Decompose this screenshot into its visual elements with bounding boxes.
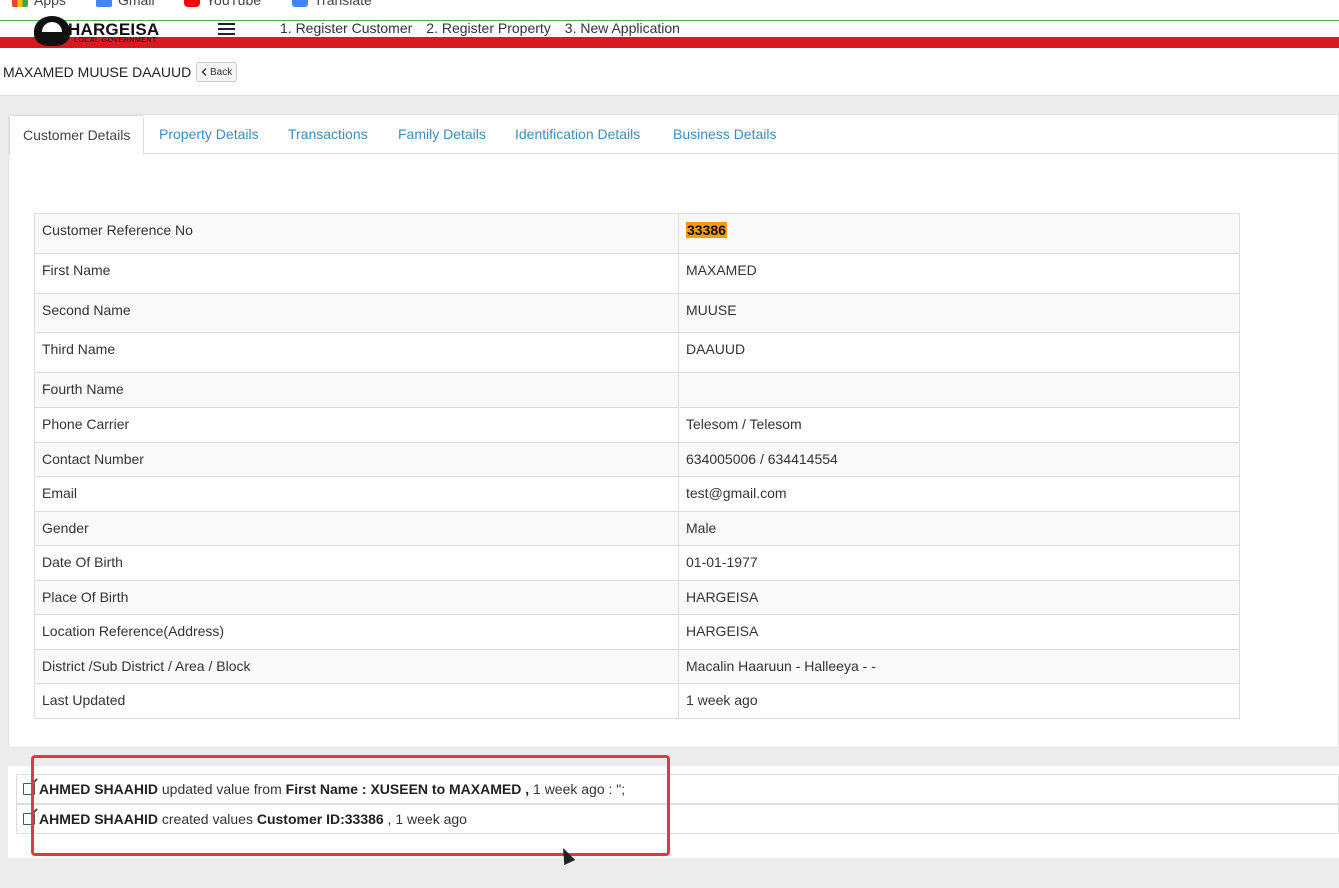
log-entry: AHMED SHAAHID updated value from First N… xyxy=(16,774,1339,804)
detail-value: MAXAMED xyxy=(678,253,1240,294)
detail-label: Email xyxy=(34,476,679,512)
nav-new-application[interactable]: 3. New Application xyxy=(565,20,680,36)
table-row: Place Of Birth HARGEISA xyxy=(34,580,1240,615)
table-row: Second Name MUUSE xyxy=(34,293,1240,333)
tab-bar: Customer Details Property Details Transa… xyxy=(9,115,1339,155)
log-time: 1 week ago : "; xyxy=(529,781,626,797)
tab-identification-details[interactable]: Identification Details xyxy=(502,115,653,154)
bookmarks-bar: Apps Gmail YouTube Translate xyxy=(0,0,1339,20)
detail-value: MUUSE xyxy=(678,293,1240,333)
detail-value: test@gmail.com xyxy=(678,476,1240,512)
detail-label: Contact Number xyxy=(34,442,679,477)
log-subject: First Name : XUSEEN to MAXAMED , xyxy=(285,781,530,797)
detail-label: Place Of Birth xyxy=(34,580,679,615)
detail-label: Fourth Name xyxy=(34,372,679,408)
log-entry: AHMED SHAAHID created values Customer ID… xyxy=(16,804,1339,834)
tab-transactions[interactable]: Transactions xyxy=(275,115,381,154)
detail-label: First Name xyxy=(34,253,679,294)
tab-customer-details[interactable]: Customer Details xyxy=(9,115,145,155)
detail-value: Telesom / Telesom xyxy=(678,407,1240,443)
log-action: created values xyxy=(158,811,257,827)
log-subject: Customer ID:33386 xyxy=(256,811,384,827)
nav-register-customer[interactable]: 1. Register Customer xyxy=(280,20,412,36)
tab-property-details[interactable]: Property Details xyxy=(146,115,272,154)
detail-value: 634005006 / 634414554 xyxy=(678,442,1240,477)
table-row: Date Of Birth 01-01-1977 xyxy=(34,545,1240,581)
table-row: Customer Reference No 33386 xyxy=(34,213,1240,254)
detail-label: Location Reference(Address) xyxy=(34,614,679,650)
translate-icon xyxy=(292,0,308,7)
detail-value: 01-01-1977 xyxy=(678,545,1240,581)
tab-business-details[interactable]: Business Details xyxy=(660,115,790,154)
table-row: District /Sub District / Area / Block Mac… xyxy=(34,649,1240,684)
detail-value: Macalin Haaruun - Halleeya - - xyxy=(678,649,1240,684)
detail-label: Third Name xyxy=(34,332,679,373)
table-row: Fourth Name xyxy=(34,372,1240,408)
youtube-icon xyxy=(184,0,200,7)
reference-number: 33386 xyxy=(686,222,727,238)
table-row: Contact Number 634005006 / 634414554 xyxy=(34,442,1240,477)
activity-log-panel: AHMED SHAAHID updated value from First N… xyxy=(8,766,1339,858)
chevron-left-icon xyxy=(201,68,207,76)
log-user: AHMED SHAAHID xyxy=(39,811,158,827)
tab-family-details[interactable]: Family Details xyxy=(385,115,499,154)
nav-register-property[interactable]: 2. Register Property xyxy=(426,20,551,36)
detail-label: Phone Carrier xyxy=(34,407,679,443)
edit-icon xyxy=(23,783,35,795)
detail-label: District /Sub District / Area / Block xyxy=(34,649,679,684)
hargeisa-logo[interactable]: HARGEISA LOCAL GOVERNMENT xyxy=(34,16,164,46)
emblem-icon xyxy=(34,16,70,46)
title-bar: MAXAMED MUUSE DAAUUD Back xyxy=(0,48,1339,96)
edit-icon xyxy=(23,813,35,825)
bookmark-gmail[interactable]: Gmail xyxy=(96,0,155,8)
bookmark-translate[interactable]: Translate xyxy=(292,0,372,8)
detail-label: Date Of Birth xyxy=(34,545,679,581)
gmail-icon xyxy=(96,0,112,7)
table-row: Gender Male xyxy=(34,511,1240,546)
detail-value: DAAUUD xyxy=(678,332,1240,373)
table-row: Email test@gmail.com xyxy=(34,476,1240,512)
detail-value: 1 week ago xyxy=(678,683,1240,719)
detail-value: HARGEISA xyxy=(678,614,1240,650)
top-nav: 1. Register Customer 2. Register Propert… xyxy=(280,20,680,36)
detail-label: Second Name xyxy=(34,293,679,333)
table-row: Last Updated 1 week ago xyxy=(34,683,1240,719)
back-button[interactable]: Back xyxy=(196,62,238,82)
page-title: MAXAMED MUUSE DAAUUD xyxy=(3,64,192,80)
log-action: updated value from xyxy=(158,781,286,797)
detail-label: Customer Reference No xyxy=(34,213,679,254)
header-red-bar xyxy=(0,37,1339,48)
detail-label: Gender xyxy=(34,511,679,546)
log-time: , 1 week ago xyxy=(383,811,467,827)
table-row: Phone Carrier Telesom / Telesom xyxy=(34,407,1240,443)
bookmark-youtube[interactable]: YouTube xyxy=(184,0,261,8)
bookmark-apps[interactable]: Apps xyxy=(12,0,66,8)
table-row: Third Name DAAUUD xyxy=(34,332,1240,373)
detail-value xyxy=(678,372,1240,408)
log-user: AHMED SHAAHID xyxy=(39,781,158,797)
table-row: Location Reference(Address) HARGEISA xyxy=(34,614,1240,650)
customer-panel: Customer Details Property Details Transa… xyxy=(8,114,1339,748)
menu-icon[interactable] xyxy=(218,23,235,35)
customer-details-table: Customer Reference No 33386 First Name MAX… xyxy=(34,213,1240,719)
detail-value: Male xyxy=(678,511,1240,546)
apps-icon xyxy=(12,0,28,7)
detail-label: Last Updated xyxy=(34,683,679,719)
detail-value: HARGEISA xyxy=(678,580,1240,615)
table-row: First Name MAXAMED xyxy=(34,253,1240,294)
